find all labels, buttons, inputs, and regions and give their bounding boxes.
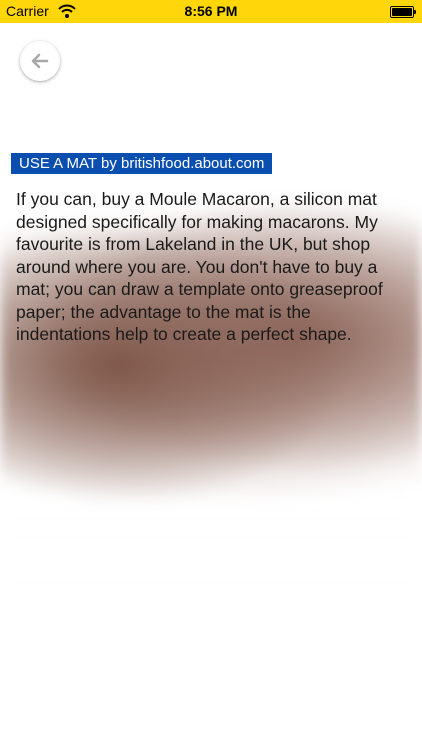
article-title: USE A MAT by britishfood.about.com	[11, 153, 273, 174]
status-time: 8:56 PM	[184, 3, 238, 19]
back-arrow-icon	[31, 53, 49, 69]
battery-icon	[390, 6, 416, 18]
article-body: If you can, buy a Moule Macaron, a silic…	[16, 189, 383, 344]
status-bar: Carrier 8:56 PM	[0, 0, 422, 23]
back-button[interactable]	[20, 41, 60, 81]
